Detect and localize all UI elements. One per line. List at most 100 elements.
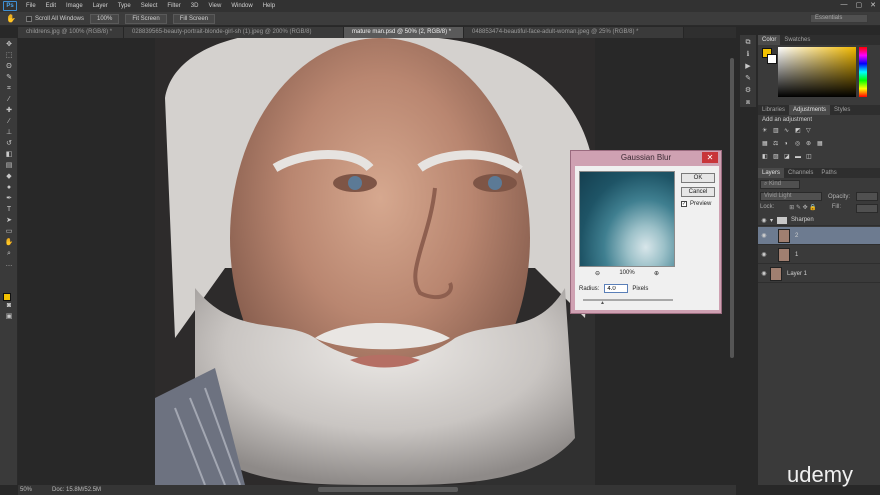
preview-checkbox-row[interactable]: ✓ Preview bbox=[681, 201, 711, 207]
path-select-tool-icon[interactable]: ➤ bbox=[3, 216, 15, 225]
selective-color-icon[interactable]: ◫ bbox=[806, 154, 813, 161]
posterize-icon[interactable]: ▨ bbox=[773, 154, 780, 161]
menu-view[interactable]: View bbox=[203, 3, 226, 9]
invert-icon[interactable]: ◧ bbox=[762, 154, 769, 161]
visibility-eye-icon[interactable]: ◉ bbox=[758, 270, 770, 277]
ok-button[interactable]: OK bbox=[681, 173, 715, 183]
menu-image[interactable]: Image bbox=[61, 3, 88, 9]
preview-checkbox[interactable]: ✓ bbox=[681, 201, 687, 207]
pen-tool-icon[interactable]: ✒ bbox=[3, 194, 15, 203]
hue-saturation-icon[interactable]: ▦ bbox=[762, 141, 769, 148]
layer-group-sharpen[interactable]: ◉ ▾ Sharpen bbox=[758, 215, 880, 226]
tab-adult-woman[interactable]: 048853474-beautiful-face-adult-woman.jpe… bbox=[464, 27, 684, 38]
info-panel-icon[interactable]: ℹ bbox=[742, 50, 754, 59]
layer-1[interactable]: ◉ 1 bbox=[758, 246, 880, 264]
gradient-tool-icon[interactable]: ▤ bbox=[3, 161, 15, 170]
vertical-scrollbar[interactable] bbox=[730, 58, 734, 358]
history-brush-tool-icon[interactable]: ↺ bbox=[3, 139, 15, 148]
tab-adjustments[interactable]: Adjustments bbox=[789, 105, 831, 115]
hue-slider[interactable] bbox=[859, 47, 867, 97]
radius-input[interactable] bbox=[604, 284, 629, 293]
quick-mask-icon[interactable]: ◙ bbox=[3, 301, 15, 310]
type-tool-icon[interactable]: T bbox=[3, 205, 15, 214]
lasso-tool-icon[interactable]: ʘ bbox=[3, 62, 15, 71]
zoom-tool-icon[interactable]: ⌕ bbox=[3, 249, 15, 258]
dodge-tool-icon[interactable]: ● bbox=[3, 183, 15, 192]
menu-window[interactable]: Window bbox=[226, 3, 257, 9]
color-lookup-icon[interactable]: ▦ bbox=[817, 141, 824, 148]
horizontal-scrollbar[interactable] bbox=[318, 487, 458, 492]
tab-libraries[interactable]: Libraries bbox=[758, 105, 789, 115]
close-window-button[interactable]: ✕ bbox=[870, 1, 876, 9]
clone-source-panel-icon[interactable]: ⧈ bbox=[742, 98, 754, 107]
fill-screen-button[interactable]: Fill Screen bbox=[172, 13, 216, 24]
hand-tool-icon[interactable]: ✋ bbox=[3, 238, 15, 247]
menu-filter[interactable]: Filter bbox=[162, 3, 185, 9]
marquee-tool-icon[interactable]: ⬚ bbox=[3, 51, 15, 60]
layer-2[interactable]: ◉ 2 bbox=[758, 227, 880, 245]
layer-layer1[interactable]: ◉ Layer 1 bbox=[758, 265, 880, 283]
menu-edit[interactable]: Edit bbox=[41, 3, 61, 9]
expand-arrow-icon[interactable]: ▾ bbox=[770, 217, 773, 224]
quick-select-tool-icon[interactable]: ✎ bbox=[3, 73, 15, 82]
move-tool-icon[interactable]: ✥ bbox=[3, 40, 15, 49]
tab-channels[interactable]: Channels bbox=[784, 168, 817, 178]
brightness-contrast-icon[interactable]: ☀ bbox=[762, 128, 769, 135]
zoom-in-icon[interactable]: ⊕ bbox=[654, 270, 659, 277]
cancel-button[interactable]: Cancel bbox=[681, 187, 715, 197]
visibility-eye-icon[interactable]: ◉ bbox=[758, 232, 770, 239]
clone-stamp-tool-icon[interactable]: ⊥ bbox=[3, 128, 15, 137]
levels-icon[interactable]: ▥ bbox=[773, 128, 780, 135]
opacity-field[interactable] bbox=[855, 192, 878, 201]
photo-filter-icon[interactable]: ◎ bbox=[795, 141, 802, 148]
menu-type[interactable]: Type bbox=[113, 3, 136, 9]
menu-help[interactable]: Help bbox=[258, 3, 280, 9]
eyedropper-tool-icon[interactable]: ⁄ bbox=[3, 95, 15, 104]
curves-icon[interactable]: ∿ bbox=[784, 128, 791, 135]
lock-icons[interactable]: ⊞ ✎ ✥ 🔒 bbox=[789, 204, 817, 213]
exposure-icon[interactable]: ◩ bbox=[795, 128, 802, 135]
portrait-photo[interactable] bbox=[155, 38, 595, 485]
tab-layers[interactable]: Layers bbox=[758, 168, 785, 178]
blend-mode-select[interactable]: Vivid Light bbox=[760, 192, 822, 201]
minimize-button[interactable]: — bbox=[841, 1, 848, 9]
color-field[interactable] bbox=[778, 47, 856, 97]
blur-tool-icon[interactable]: ◆ bbox=[3, 172, 15, 181]
brush-tool-icon[interactable]: ∕ bbox=[3, 117, 15, 126]
menu-file[interactable]: File bbox=[21, 3, 41, 9]
fit-screen-button[interactable]: Fit Screen bbox=[125, 13, 167, 24]
foreground-color-swatch[interactable] bbox=[3, 293, 11, 301]
color-balance-icon[interactable]: ⚖ bbox=[773, 141, 780, 148]
visibility-eye-icon[interactable]: ◉ bbox=[758, 251, 770, 258]
fill-field[interactable] bbox=[855, 204, 878, 213]
black-white-icon[interactable]: ◑ bbox=[784, 141, 791, 148]
vibrance-icon[interactable]: ▽ bbox=[806, 128, 813, 135]
dialog-title-bar[interactable]: Gaussian Blur ✕ bbox=[571, 151, 721, 165]
menu-select[interactable]: Select bbox=[136, 3, 163, 9]
radius-slider-track[interactable] bbox=[583, 299, 673, 301]
status-zoom[interactable]: 50% bbox=[20, 487, 32, 493]
tab-paths[interactable]: Paths bbox=[817, 168, 840, 178]
channel-mixer-icon[interactable]: ⊛ bbox=[806, 141, 813, 148]
properties-panel-icon[interactable]: ⚙ bbox=[742, 86, 754, 95]
workspace-select[interactable]: Essentials bbox=[810, 14, 868, 23]
tab-color[interactable]: Color bbox=[758, 35, 781, 45]
history-panel-icon[interactable]: ⧉ bbox=[742, 38, 754, 47]
scroll-all-windows-checkbox[interactable] bbox=[25, 15, 32, 22]
screen-mode-icon[interactable]: ▣ bbox=[3, 312, 15, 321]
zoom-100-button[interactable]: 100% bbox=[89, 13, 120, 24]
brush-panel-icon[interactable]: ✎ bbox=[742, 74, 754, 83]
healing-brush-tool-icon[interactable]: ✚ bbox=[3, 106, 15, 115]
menu-layer[interactable]: Layer bbox=[88, 3, 113, 9]
zoom-out-icon[interactable]: ⊖ bbox=[595, 270, 600, 277]
actions-panel-icon[interactable]: ▶ bbox=[742, 62, 754, 71]
background-swatch[interactable] bbox=[767, 54, 777, 64]
tab-swatches[interactable]: Swatches bbox=[780, 35, 814, 45]
visibility-eye-icon[interactable]: ◉ bbox=[758, 217, 770, 224]
tab-mature-man[interactable]: mature man.psd @ 50% (2, RGB/8) * bbox=[344, 27, 464, 38]
shape-tool-icon[interactable]: ▭ bbox=[3, 227, 15, 236]
gradient-map-icon[interactable]: ▬ bbox=[795, 154, 802, 161]
blur-preview-window[interactable] bbox=[579, 171, 675, 267]
layer-kind-filter[interactable]: ⌕ Kind bbox=[760, 180, 800, 189]
maximize-button[interactable]: ▢ bbox=[856, 1, 863, 9]
